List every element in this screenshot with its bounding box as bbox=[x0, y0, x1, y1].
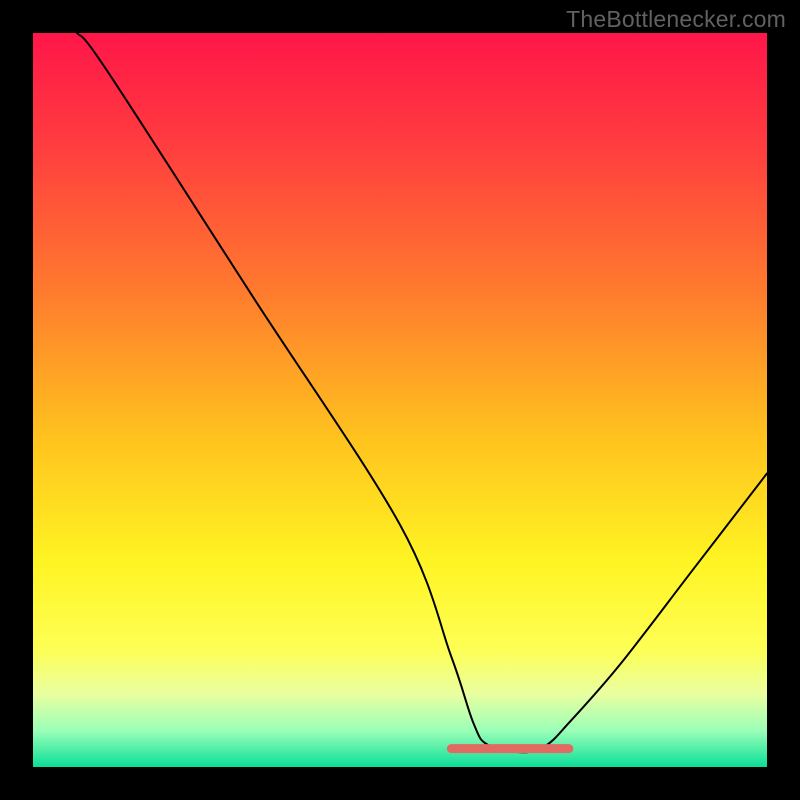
plot-area bbox=[33, 33, 767, 767]
bottleneck-curve bbox=[77, 33, 767, 752]
watermark-text: TheBottlenecker.com bbox=[566, 6, 786, 33]
chart-frame: TheBottlenecker.com bbox=[0, 0, 800, 800]
chart-svg bbox=[33, 33, 767, 767]
